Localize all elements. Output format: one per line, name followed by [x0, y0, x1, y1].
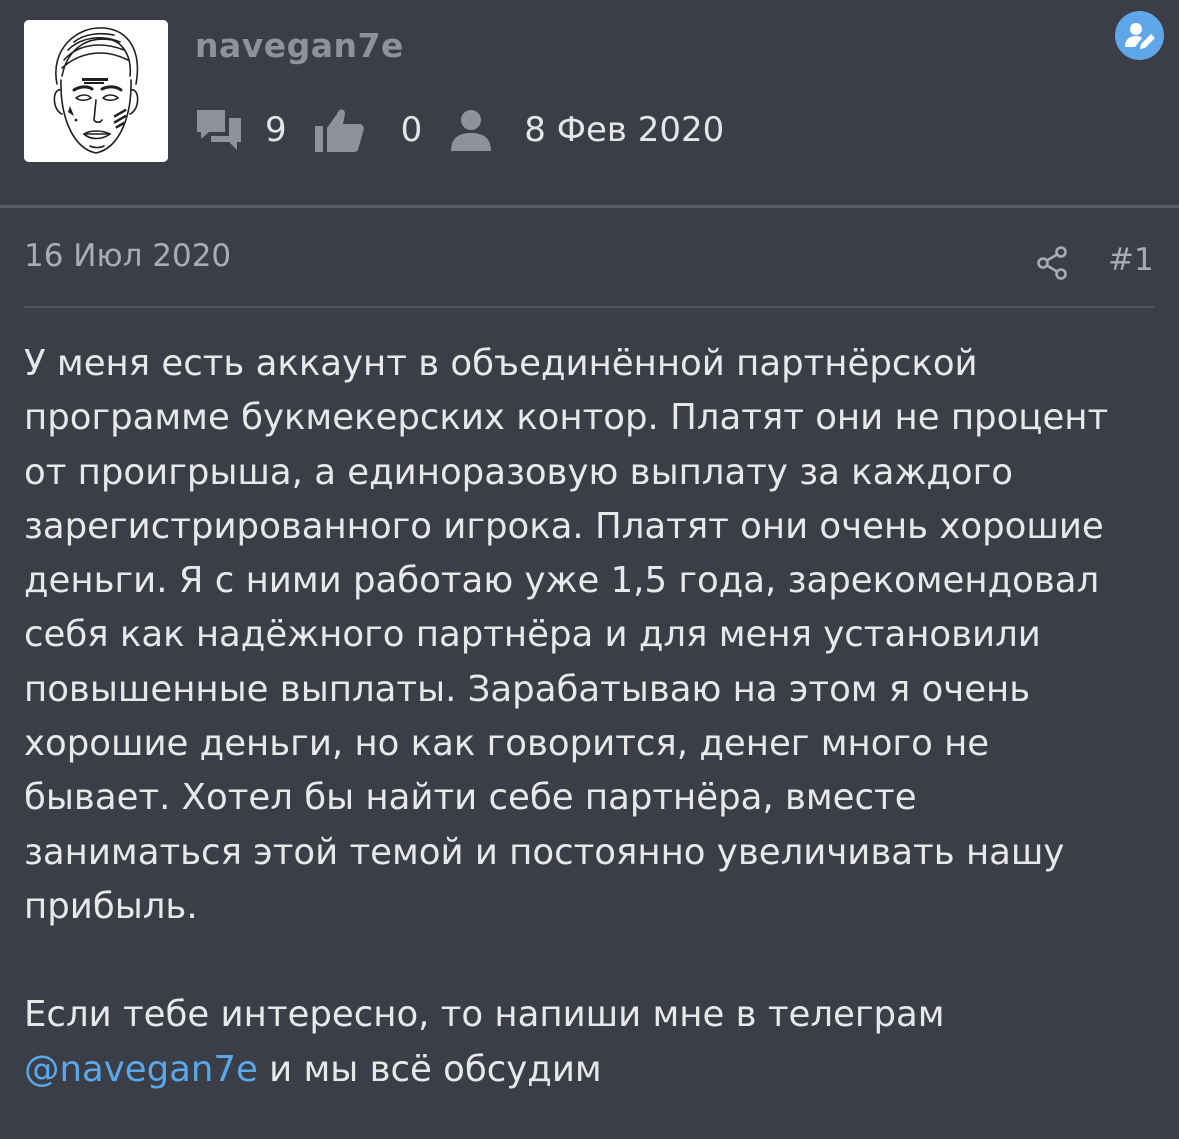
post-number-link[interactable]: #1: [1108, 242, 1154, 278]
edit-profile-button[interactable]: [1115, 11, 1164, 60]
author-stats: 9 0 8 Фев 2020: [195, 102, 724, 158]
share-icon: [1037, 246, 1067, 280]
avatar[interactable]: [24, 20, 168, 162]
post-paragraph-1: У меня есть аккаунт в объединённой партн…: [24, 343, 1109, 927]
post-paragraph-2: Если тебе интересно, то напиши мне в тел…: [24, 988, 1159, 1097]
thumbs-up-icon: [313, 106, 365, 154]
post-paragraph-2-start: Если тебе интересно, то напиши мне в тел…: [24, 994, 945, 1036]
post-paragraph-2-end: и мы всё обсудим: [257, 1048, 602, 1090]
user-icon: [448, 107, 494, 153]
telegram-mention-link[interactable]: @navegan7e: [24, 1049, 258, 1090]
avatar-face-drawing: [24, 20, 168, 162]
post-date[interactable]: 16 Июл 2020: [24, 238, 231, 274]
reactions-count: 0: [400, 110, 423, 150]
meta-divider: [24, 306, 1155, 308]
author-header: navegan7e 9 0 8 Фев 2020: [0, 0, 1179, 206]
header-divider: [0, 205, 1179, 208]
joined-date: 8 Фев 2020: [524, 110, 725, 150]
messages-icon: [195, 106, 243, 154]
edit-profile-icon: [1124, 22, 1155, 49]
share-button[interactable]: [1036, 245, 1068, 281]
post-body: У меня есть аккаунт в объединённой партн…: [24, 337, 1159, 1097]
author-username[interactable]: navegan7e: [195, 26, 404, 65]
messages-count: 9: [265, 110, 287, 150]
